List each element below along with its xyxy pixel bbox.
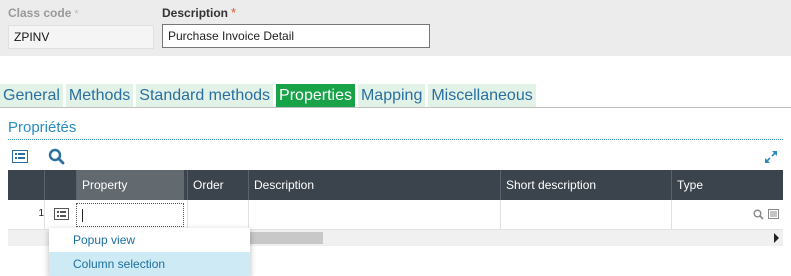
tab-miscellaneous[interactable]: Miscellaneous xyxy=(428,84,536,107)
column-header-property[interactable]: Property xyxy=(76,170,184,200)
cell-order[interactable] xyxy=(187,200,248,230)
expand-icon[interactable] xyxy=(764,150,778,164)
tab-properties[interactable]: Properties xyxy=(276,84,355,107)
scroll-right-icon[interactable] xyxy=(774,233,779,243)
description-field: Description * Purchase Invoice Detail xyxy=(162,6,430,48)
list-view-icon[interactable] xyxy=(12,150,28,163)
column-header-description[interactable]: Description xyxy=(248,170,500,200)
section-divider xyxy=(8,139,783,140)
tab-bar: General Methods Standard methods Propert… xyxy=(0,84,791,108)
tab-standard-methods[interactable]: Standard methods xyxy=(136,84,274,107)
cell-short-description[interactable] xyxy=(500,200,671,230)
lookup-icon[interactable] xyxy=(753,209,764,220)
text-caret xyxy=(82,209,83,222)
cell-type[interactable] xyxy=(671,200,783,230)
row-number: 1 xyxy=(38,208,44,219)
section-title: Propriétés xyxy=(8,119,77,136)
class-code-label: Class code xyxy=(8,6,72,20)
column-header-row-number xyxy=(8,170,44,200)
column-header-type[interactable]: Type xyxy=(671,170,783,200)
class-code-field: Class code * ZPINV xyxy=(8,6,154,49)
cell-description[interactable] xyxy=(248,200,500,230)
search-icon[interactable] xyxy=(48,148,65,165)
tab-general[interactable]: General xyxy=(0,84,63,107)
column-header-short-description[interactable]: Short description xyxy=(500,170,671,200)
column-header-order[interactable]: Order xyxy=(187,170,248,200)
property-input[interactable] xyxy=(76,203,184,227)
selection-icon[interactable] xyxy=(768,209,779,219)
record-header: Class code * ZPINV Description * Purchase … xyxy=(0,0,791,56)
tab-mapping[interactable]: Mapping xyxy=(357,84,426,107)
grid-header: Property Order Description Short descrip… xyxy=(8,170,783,200)
tab-methods[interactable]: Methods xyxy=(65,84,134,107)
description-label: Description xyxy=(162,6,229,20)
description-input[interactable]: Purchase Invoice Detail xyxy=(162,24,430,48)
class-code-value: ZPINV xyxy=(8,25,154,49)
menu-item-column-selection[interactable]: Column selection xyxy=(49,252,250,276)
context-menu: Popup view Column selection xyxy=(49,228,250,276)
menu-item-popup-view[interactable]: Popup view xyxy=(49,228,250,252)
column-header-action xyxy=(44,170,76,200)
required-star: * xyxy=(231,5,237,20)
required-star: * xyxy=(74,8,79,20)
